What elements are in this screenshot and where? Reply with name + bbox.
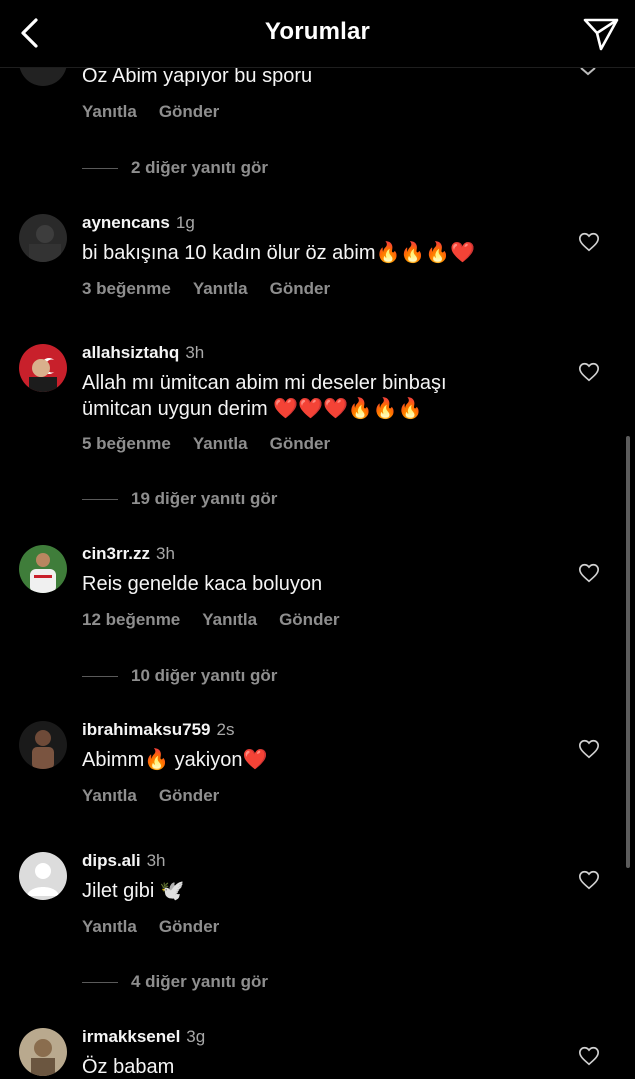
reply-button[interactable]: Yanıtla bbox=[202, 610, 257, 629]
replies-divider bbox=[82, 982, 118, 984]
default-avatar-icon[interactable] bbox=[19, 852, 67, 900]
heart-outline-icon[interactable] bbox=[578, 361, 600, 383]
likes-count[interactable]: 3 beğenme bbox=[82, 279, 171, 298]
comment-actions: Yanıtla Gönder bbox=[82, 917, 241, 937]
comment-time: 2s bbox=[216, 720, 235, 739]
avatar[interactable] bbox=[19, 344, 67, 392]
view-replies-button[interactable]: 4 diğer yanıtı gör bbox=[82, 972, 268, 992]
comment-time: 3h bbox=[156, 544, 175, 563]
comment-actions: 12 beğenme Yanıtla Gönder bbox=[82, 610, 362, 630]
comment-text: Öz babam bbox=[82, 1056, 175, 1078]
view-replies-label: 10 diğer yanıtı gör bbox=[131, 666, 278, 685]
comment-time: 1g bbox=[175, 213, 195, 232]
comment-text: Jilet gibi 🕊️ bbox=[82, 880, 185, 902]
reply-button[interactable]: Yanıtla bbox=[82, 102, 137, 121]
likes-count[interactable]: 5 beğenme bbox=[82, 434, 171, 453]
comment-username[interactable]: irmakksenel 3g bbox=[82, 1027, 205, 1047]
send-button[interactable]: Gönder bbox=[159, 917, 219, 936]
comment-time: 3h bbox=[185, 343, 205, 362]
replies-divider bbox=[82, 499, 118, 501]
view-replies-button[interactable]: 19 diğer yanıtı gör bbox=[82, 489, 277, 509]
comment-username[interactable]: aynencans 1g bbox=[82, 213, 195, 233]
comment-text: Allah mı ümitcan abim mi deseler binbaşı… bbox=[82, 372, 447, 420]
top-nav-bar: Yorumlar bbox=[0, 0, 635, 68]
comment-actions: 5 beğenme Yanıtla Gönder bbox=[82, 434, 352, 454]
send-button[interactable]: Gönder bbox=[279, 610, 339, 629]
comment-text: Abimm🔥 yakiyon❤️ bbox=[82, 749, 268, 771]
heart-outline-icon[interactable] bbox=[578, 231, 600, 253]
view-replies-button[interactable]: 10 diğer yanıtı gör bbox=[82, 666, 277, 686]
avatar[interactable] bbox=[19, 1028, 67, 1076]
comment-username[interactable]: ibrahimaksu759 2s bbox=[82, 720, 234, 740]
replies-divider bbox=[82, 168, 118, 170]
reply-button[interactable]: Yanıtla bbox=[193, 434, 248, 453]
comment-actions: Yanıtla Gönder bbox=[82, 786, 241, 806]
heart-outline-icon[interactable] bbox=[578, 869, 600, 891]
comment-time: 3h bbox=[146, 851, 166, 870]
view-replies-label: 19 diğer yanıtı gör bbox=[131, 489, 278, 508]
reply-button[interactable]: Yanıtla bbox=[82, 917, 137, 936]
comment-time: 3g bbox=[186, 1027, 206, 1046]
username-label: cin3rr.zz bbox=[82, 544, 151, 563]
send-button[interactable]: Gönder bbox=[159, 102, 219, 121]
comment-username[interactable]: allahsiztahq 3h bbox=[82, 343, 204, 363]
heart-outline-icon[interactable] bbox=[578, 1045, 600, 1067]
avatar[interactable] bbox=[19, 721, 67, 769]
replies-divider bbox=[82, 676, 118, 678]
view-replies-label: 4 diğer yanıtı gör bbox=[131, 972, 268, 991]
comment-text: bi bakışına 10 kadın ölur öz abim🔥🔥🔥❤️ bbox=[82, 242, 476, 264]
username-label: allahsiztahq bbox=[82, 343, 180, 362]
page-title: Yorumlar bbox=[264, 18, 371, 45]
likes-count[interactable]: 12 beğenme bbox=[82, 610, 180, 629]
heart-outline-icon[interactable] bbox=[578, 738, 600, 760]
paper-plane-icon[interactable] bbox=[581, 14, 621, 54]
comment-username[interactable]: dips.ali 3h bbox=[82, 851, 166, 871]
view-replies-button[interactable]: 2 diğer yanıtı gör bbox=[82, 158, 268, 178]
username-label: dips.ali bbox=[82, 851, 141, 870]
username-label: ibrahimaksu759 bbox=[82, 720, 211, 739]
comment-actions: Yanıtla Gönder bbox=[82, 102, 241, 122]
reply-button[interactable]: Yanıtla bbox=[82, 786, 137, 805]
reply-button[interactable]: Yanıtla bbox=[193, 279, 248, 298]
view-replies-label: 2 diğer yanıtı gör bbox=[131, 158, 268, 177]
username-label: aynencans bbox=[82, 213, 170, 232]
scrollbar[interactable] bbox=[626, 436, 630, 868]
heart-outline-icon[interactable] bbox=[578, 562, 600, 584]
avatar[interactable] bbox=[19, 214, 67, 262]
username-label: irmakksenel bbox=[82, 1027, 181, 1046]
send-button[interactable]: Gönder bbox=[159, 786, 219, 805]
avatar[interactable] bbox=[19, 545, 67, 593]
send-button[interactable]: Gönder bbox=[270, 279, 330, 298]
comment-username[interactable]: cin3rr.zz 3h bbox=[82, 544, 175, 564]
comments-feed: Oz Abim yapıyor bu sporu Yanıtla Gönder 2… bbox=[0, 0, 635, 1079]
comment-actions: 3 beğenme Yanıtla Gönder bbox=[82, 279, 352, 299]
send-button[interactable]: Gönder bbox=[270, 434, 330, 453]
comment-text: Reis genelde kaca boluyon bbox=[82, 573, 323, 595]
